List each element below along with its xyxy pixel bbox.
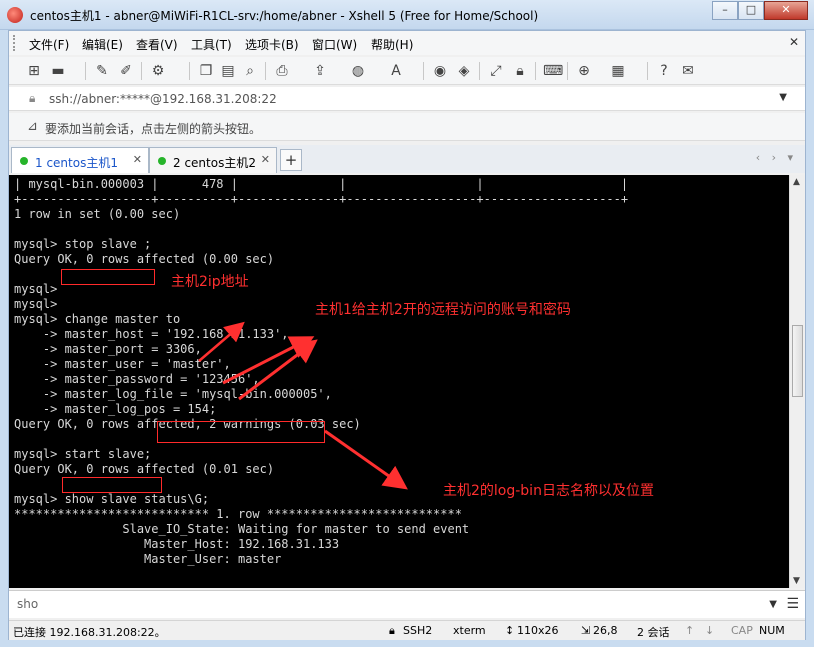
address-lock-icon: 🔒︎: [29, 91, 36, 105]
num-lock-indicator: NUM: [759, 624, 785, 637]
globe-icon[interactable]: ◍: [349, 62, 367, 80]
toolbar-separator: [141, 62, 142, 80]
address-bar: 🔒︎ ssh://abner:*****@192.168.31.208:22 ▼: [9, 87, 805, 111]
caps-lock-indicator: CAP: [731, 624, 753, 637]
menu-file[interactable]: 文件(F): [29, 36, 69, 53]
layout-icon[interactable]: ▦: [609, 62, 627, 80]
chevron-down-icon[interactable]: ▼: [779, 92, 787, 103]
status-bar: 已连接 192.168.31.208:22。 🔒︎ SSH2 xterm ↕ 1…: [9, 620, 805, 640]
tab-centos-host-2[interactable]: 2 centos主机2 ✕: [149, 147, 277, 173]
compose-bar: sho ▼ ☰: [9, 590, 805, 618]
chevron-down-icon[interactable]: ▼: [769, 599, 777, 610]
close-button[interactable]: ✕: [764, 1, 808, 20]
connected-dot-icon: [158, 157, 166, 165]
window-controls: – □ ✕: [712, 1, 808, 20]
scrollbar-thumb[interactable]: [792, 325, 803, 397]
toolbar-separator: [85, 62, 86, 80]
session-count-status: 2 会话: [637, 626, 670, 639]
cursor-icon: ⇲: [581, 624, 591, 637]
address-value[interactable]: ssh://abner:*****@192.168.31.208:22: [49, 92, 277, 106]
menu-tools[interactable]: 工具(T): [191, 36, 232, 53]
hint-bar: ⊿ 要添加当前会话，点击左侧的箭头按钮。: [9, 113, 805, 141]
transfer-icon[interactable]: ⇪: [311, 62, 329, 80]
compose-input[interactable]: sho: [17, 597, 38, 611]
tab-label: 1 centos主机1: [35, 156, 118, 170]
terminal-type-status: xterm: [453, 624, 486, 637]
title-bar: centos主机1 - abner@MiWiFi-R1CL-srv:/home/…: [0, 0, 814, 30]
menu-edit[interactable]: 编辑(E): [82, 36, 123, 53]
menu-help[interactable]: 帮助(H): [371, 36, 413, 53]
keyboard-icon[interactable]: ⌨: [543, 62, 563, 80]
minimize-button[interactable]: –: [712, 1, 738, 20]
menu-view[interactable]: 查看(V): [136, 36, 178, 53]
new-session-icon[interactable]: ⊞: [25, 62, 43, 80]
hint-text: 要添加当前会话，点击左侧的箭头按钮。: [45, 122, 262, 136]
toolbar-separator: [423, 62, 424, 80]
menu-window[interactable]: 窗口(W): [312, 36, 357, 53]
add-pane-icon[interactable]: ⊕: [575, 62, 593, 80]
disconnect-icon[interactable]: ✐: [117, 62, 135, 80]
new-tab-button[interactable]: +: [280, 149, 302, 171]
menu-tabs[interactable]: 选项卡(B): [245, 36, 299, 53]
toolbar-separator: [479, 62, 480, 80]
arrow-to-account-1: [222, 336, 315, 385]
resize-icon: ↕: [505, 624, 515, 637]
main-frame: 文件(F) 编辑(E) 查看(V) 工具(T) 选项卡(B) 窗口(W) 帮助(…: [8, 30, 806, 640]
scroll-up-icon[interactable]: ▲: [793, 177, 800, 187]
tab-centos-host-1[interactable]: 1 centos主机1 ✕: [11, 147, 149, 173]
toolbar-separator: [567, 62, 568, 80]
toolbar-separator: [189, 62, 190, 80]
font-icon[interactable]: A: [387, 62, 405, 80]
paste-icon[interactable]: ▤: [219, 62, 237, 80]
annotation-arrows: [198, 321, 408, 490]
window-title: centos主机1 - abner@MiWiFi-R1CL-srv:/home/…: [30, 9, 539, 23]
properties-icon[interactable]: ⚙: [149, 62, 167, 80]
script-icon[interactable]: ◈: [455, 62, 473, 80]
tab-close-icon[interactable]: ✕: [133, 153, 142, 166]
connection-status: 已连接 192.168.31.208:22。: [13, 626, 166, 639]
menu-grip: [13, 35, 16, 51]
arrow-to-logbin: [324, 429, 408, 490]
toolbar-separator: [265, 62, 266, 80]
tab-close-icon[interactable]: ✕: [261, 153, 270, 166]
menu-close-icon[interactable]: ✕: [789, 35, 799, 49]
print-icon[interactable]: ⎙: [273, 62, 291, 80]
toolbar-separator: [647, 62, 648, 80]
fullscreen-icon[interactable]: ⤢: [487, 62, 505, 80]
maximize-button[interactable]: □: [738, 1, 764, 20]
menu-bar: 文件(F) 编辑(E) 查看(V) 工具(T) 选项卡(B) 窗口(W) 帮助(…: [9, 31, 805, 55]
tab-bar: 1 centos主机1 ✕ 2 centos主机2 ✕ + ‹ › ▾: [9, 145, 805, 173]
arrow-to-host-ip: [198, 321, 245, 362]
terminal-output[interactable]: | mysql-bin.000003 | 478 | | | | +-------…: [9, 175, 789, 588]
scroll-up-icon[interactable]: ↑: [685, 624, 694, 637]
scroll-down-icon[interactable]: ↓: [705, 624, 714, 637]
tab-navigation[interactable]: ‹ › ▾: [756, 151, 797, 164]
toolbar: ⊞ ▬ ✎ ✐ ⚙ ❐ ▤ ⌕ ⎙ ⇪ ◍ A ◉ ◈ ⤢ 🔒︎ ⌨ ⊕ ▦ ?…: [9, 57, 805, 85]
arrow-to-account-2: [238, 339, 318, 401]
xftp-icon[interactable]: ◉: [431, 62, 449, 80]
toolbar-separator: [535, 62, 536, 80]
scroll-down-icon[interactable]: ▼: [793, 576, 800, 586]
status-lock-icon: 🔒︎: [389, 624, 395, 637]
terminal-scrollbar[interactable]: ▲ ▼: [789, 175, 805, 588]
chat-icon[interactable]: ✉: [679, 62, 697, 80]
add-session-arrow-icon[interactable]: ⊿: [27, 119, 38, 134]
open-folder-icon[interactable]: ▬: [49, 62, 67, 80]
hamburger-menu-icon[interactable]: ☰: [786, 596, 799, 612]
xshell-app-icon: [7, 7, 23, 23]
cursor-position-status: 26,8: [593, 624, 618, 637]
find-icon[interactable]: ⌕: [241, 62, 259, 80]
copy-icon[interactable]: ❐: [197, 62, 215, 80]
help-icon[interactable]: ?: [655, 62, 673, 80]
terminal-size-status: 110x26: [517, 624, 559, 637]
reconnect-icon[interactable]: ✎: [93, 62, 111, 80]
connected-dot-icon: [20, 157, 28, 165]
lock-icon[interactable]: 🔒︎: [511, 62, 529, 80]
protocol-status: SSH2: [403, 624, 433, 637]
tab-label: 2 centos主机2: [173, 156, 256, 170]
